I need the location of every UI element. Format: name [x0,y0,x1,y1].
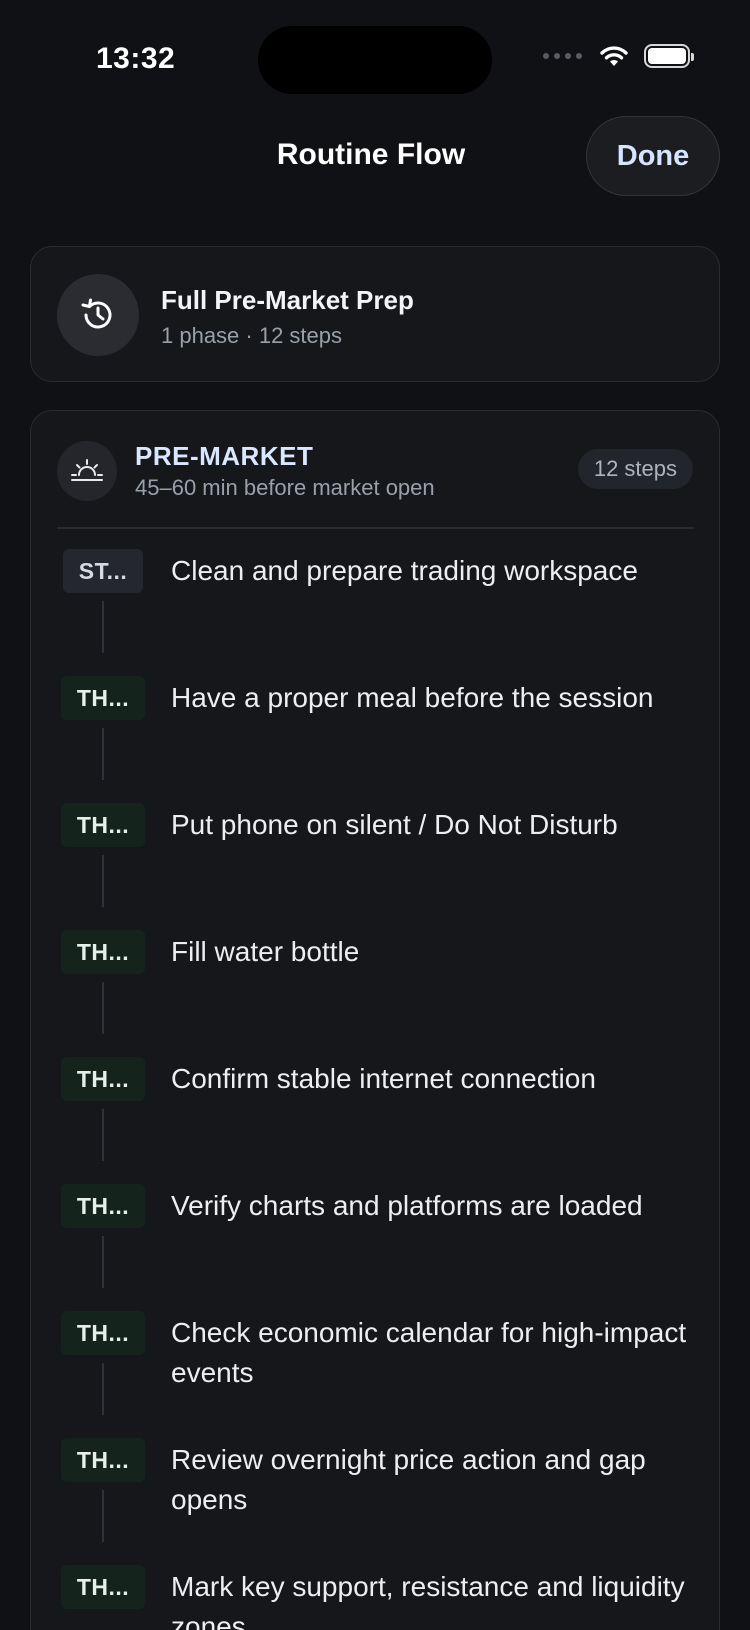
step-item[interactable]: TH... Mark key support, resistance and li… [31,1565,721,1630]
step-item[interactable]: TH... Confirm stable internet connection [31,1057,721,1184]
sunrise-icon [57,441,117,501]
step-category-tag: TH... [61,1057,145,1101]
history-icon [57,274,139,356]
phase-name: PRE-MARKET [135,441,314,471]
status-icons [543,44,694,68]
step-category-tag: TH... [61,1438,145,1482]
step-category-tag: TH... [61,676,145,720]
step-text: Put phone on silent / Do Not Disturb [171,809,618,840]
steps-count-badge: 12 steps [577,449,693,489]
step-item[interactable]: TH... Have a proper meal before the sessi… [31,676,721,803]
step-category-tag: TH... [61,930,145,974]
routine-subtitle: 1 phase · 12 steps [161,323,343,348]
step-connector [102,601,104,653]
step-text: Fill water bottle [171,936,360,967]
step-text: Verify charts and platforms are loaded [171,1190,643,1221]
step-text: Clean and prepare trading workspace [171,555,638,586]
battery-icon [644,44,694,68]
routine-flow-screen: 13:32 Routine Flow Done Full Pre-Market … [0,0,750,1630]
phase-description: 45–60 min before market open [135,475,435,500]
step-connector [102,855,104,907]
step-text: Review overnight price action and gap op… [171,1444,646,1515]
step-item[interactable]: TH... Fill water bottle [31,930,721,1057]
step-connector [102,1236,104,1288]
cellular-signal-icon [543,53,582,59]
step-category-tag: TH... [61,1565,145,1609]
step-item[interactable]: TH... Verify charts and platforms are loa… [31,1184,721,1311]
done-button[interactable]: Done [586,116,720,196]
step-item[interactable]: TH... Review overnight price action and g… [31,1438,721,1565]
routine-title: Full Pre-Market Prep [161,285,414,315]
step-item[interactable]: TH... Check economic calendar for high-im… [31,1311,721,1438]
step-connector [102,982,104,1034]
step-connector [102,1363,104,1415]
phase-card: PRE-MARKET 45–60 min before market open … [30,410,720,1630]
status-time: 13:32 [96,42,176,75]
divider [57,527,693,529]
step-item[interactable]: TH... Put phone on silent / Do Not Distur… [31,803,721,930]
step-item[interactable]: ST... Clean and prepare trading workspace [31,549,721,676]
step-text: Check economic calendar for high-impact … [171,1317,687,1388]
dynamic-island [258,26,492,94]
step-connector [102,728,104,780]
step-category-tag: TH... [61,1311,145,1355]
step-connector [102,1490,104,1542]
step-category-tag: TH... [61,803,145,847]
step-text: Confirm stable internet connection [171,1063,596,1094]
routine-summary-card[interactable]: Full Pre-Market Prep 1 phase · 12 steps [30,246,720,382]
step-text: Have a proper meal before the session [171,682,654,713]
step-connector [102,1109,104,1161]
step-category-tag: TH... [61,1184,145,1228]
step-category-tag: ST... [63,549,143,593]
wifi-icon [600,46,628,66]
step-text: Mark key support, resistance and liquidi… [171,1571,685,1630]
